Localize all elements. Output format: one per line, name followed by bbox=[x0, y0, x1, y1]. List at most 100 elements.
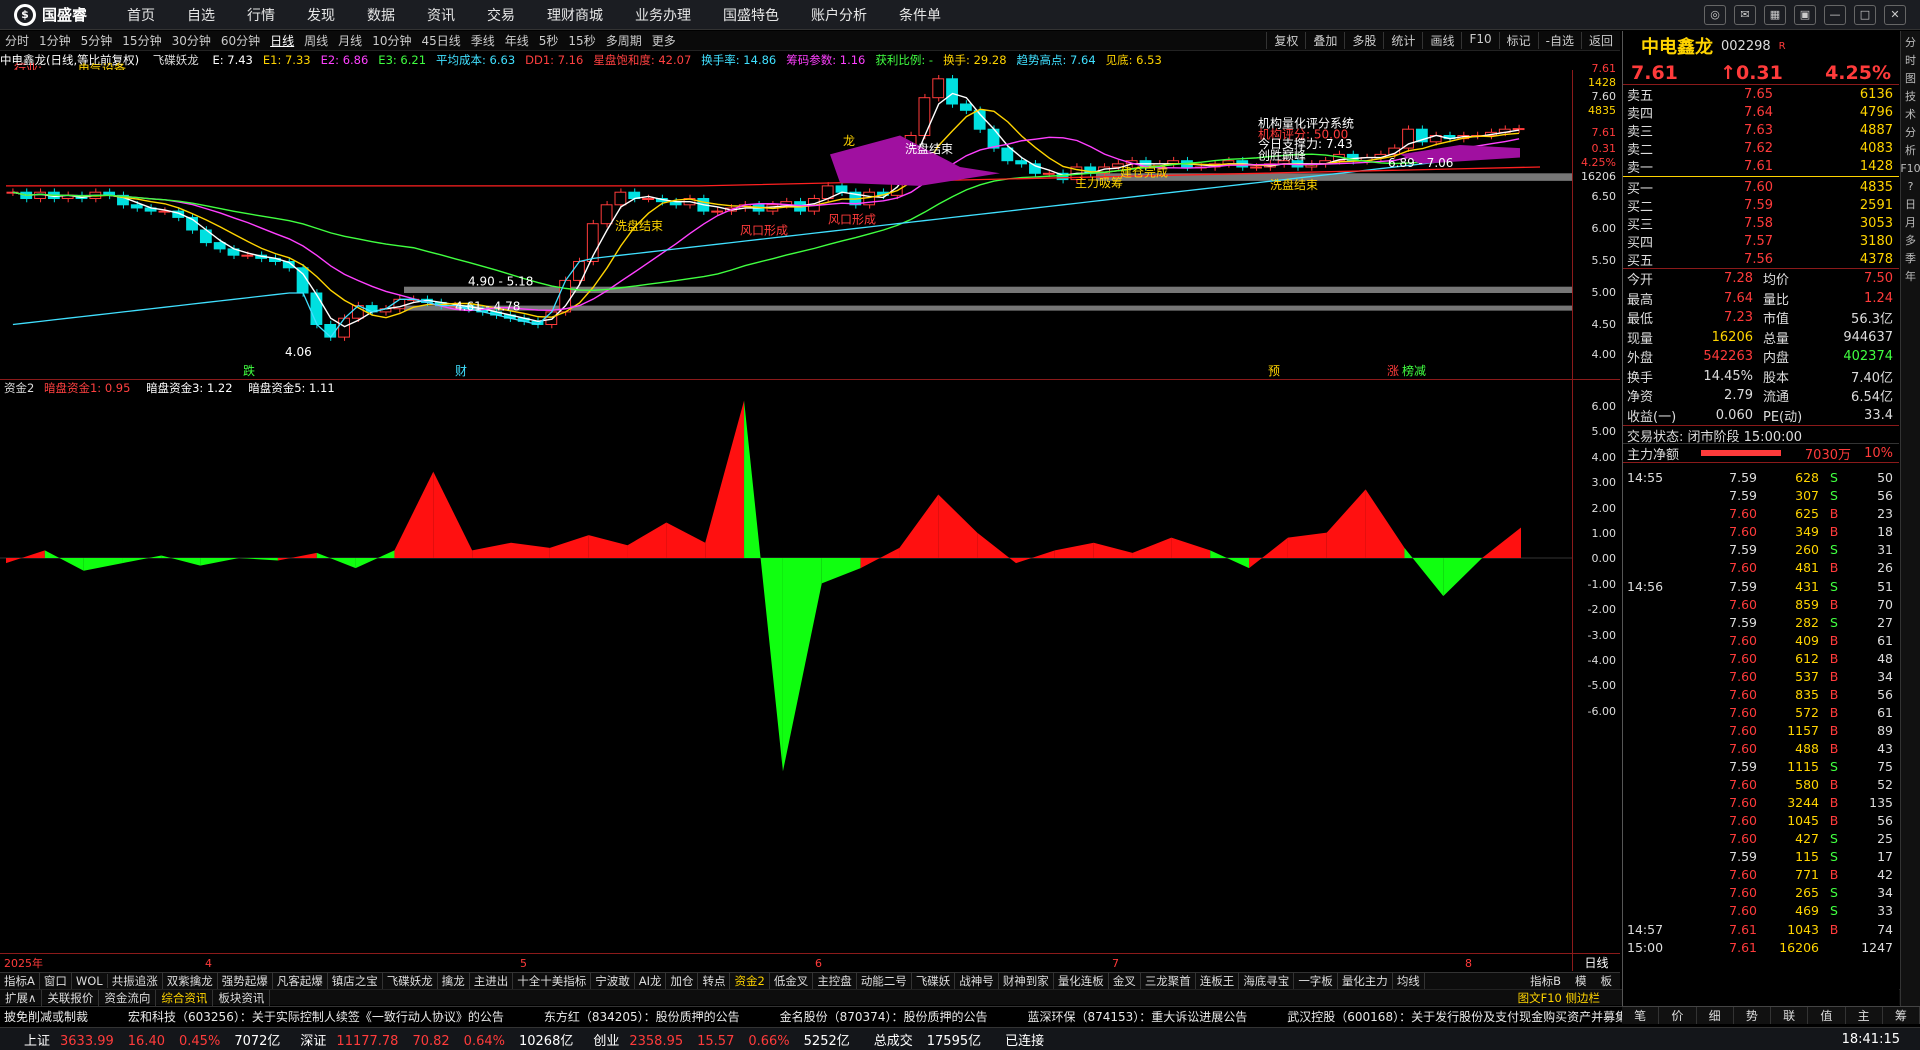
period-tab[interactable]: 周线 bbox=[299, 32, 333, 49]
period-tab[interactable]: 分时 bbox=[0, 32, 34, 49]
message-icon[interactable]: ✉ bbox=[1734, 4, 1756, 25]
quote-tab[interactable]: 值 bbox=[1808, 1007, 1846, 1024]
indicator-tab[interactable]: 凡客起爆 bbox=[273, 973, 328, 989]
sidebar-item[interactable]: 技 bbox=[1905, 89, 1916, 104]
sidebar-item[interactable]: 分 bbox=[1905, 35, 1916, 50]
tool-button[interactable]: 统计 bbox=[1383, 32, 1422, 49]
kline-chart[interactable]: 8.574.064.61 - 4.784.90 - 5.186.89 - 7.0… bbox=[0, 55, 1572, 379]
tool-button[interactable]: 返回 bbox=[1580, 32, 1620, 49]
menu-item[interactable]: 发现 bbox=[291, 5, 351, 25]
indicator-tab[interactable]: 主控盘 bbox=[813, 973, 857, 989]
skin-icon[interactable]: ▣ bbox=[1794, 4, 1816, 25]
index-quote[interactable]: 深证 11177.78 70.82 0.64% 10268亿 bbox=[300, 1030, 573, 1049]
info-tab[interactable]: 扩展∧ bbox=[0, 989, 43, 1006]
sidebar-item[interactable]: 分 bbox=[1905, 125, 1916, 140]
chat-icon[interactable]: ◎ bbox=[1704, 4, 1726, 25]
fund-flow-chart[interactable] bbox=[0, 398, 1572, 953]
news-item[interactable]: 披免削减或制裁 bbox=[4, 1008, 88, 1025]
sidebar-item[interactable]: 图 bbox=[1905, 71, 1916, 86]
order-row[interactable]: 卖五 7.65 6136 bbox=[1623, 85, 1899, 104]
menu-item[interactable]: 资讯 bbox=[411, 5, 471, 25]
tool-button[interactable]: -自选 bbox=[1537, 32, 1581, 49]
period-label[interactable]: 日线 bbox=[1572, 953, 1620, 971]
tab-extra[interactable]: 模 bbox=[1571, 974, 1591, 988]
fund-flow-panel[interactable] bbox=[0, 398, 1572, 953]
tool-button[interactable]: 标记 bbox=[1498, 32, 1538, 49]
indicator-tab[interactable]: AI龙 bbox=[635, 973, 667, 989]
info-tab[interactable]: 资金流向 bbox=[99, 989, 157, 1006]
sidebar-item[interactable]: 季 bbox=[1905, 251, 1916, 266]
sidebar-item[interactable]: 析 bbox=[1905, 143, 1916, 158]
menu-item[interactable]: 自选 bbox=[171, 5, 231, 25]
period-tab[interactable]: 5分钟 bbox=[76, 32, 118, 49]
order-row[interactable]: 卖二 7.62 4083 bbox=[1623, 139, 1899, 158]
indicator-tab[interactable]: 三龙聚首 bbox=[1141, 973, 1196, 989]
quote-tab[interactable]: 筹 bbox=[1883, 1007, 1920, 1024]
indicator-tab[interactable]: 双紫擒龙 bbox=[163, 973, 218, 989]
indicator-tab[interactable]: 动能二号 bbox=[857, 973, 912, 989]
indicator-tab[interactable]: 飞碟妖 bbox=[912, 973, 956, 989]
tick-list[interactable]: 14:55 7.59 628 S 50 7.59 307 S 56 7.60 625 B 23 7.60 3… bbox=[1623, 462, 1899, 956]
connection-status[interactable]: 已连接 bbox=[1005, 1030, 1044, 1049]
quote-tab[interactable]: 细 bbox=[1697, 1007, 1734, 1024]
period-tab[interactable]: 60分钟 bbox=[216, 32, 265, 49]
indicator-tab[interactable]: 强势起爆 bbox=[218, 973, 273, 989]
stock-name[interactable]: 中电鑫龙 bbox=[1641, 33, 1713, 59]
info-tab[interactable]: 综合资讯 bbox=[156, 989, 214, 1006]
order-row[interactable]: 卖一 7.61 1428 bbox=[1623, 157, 1899, 176]
order-row[interactable]: 买四 7.57 3180 bbox=[1623, 232, 1899, 251]
tab-extra[interactable]: 板 bbox=[1597, 974, 1617, 988]
period-tab[interactable]: 日线 bbox=[265, 32, 299, 49]
indicator-tab[interactable]: 指标A bbox=[0, 973, 40, 989]
period-tab[interactable]: 30分钟 bbox=[167, 32, 216, 49]
close-icon[interactable]: ✕ bbox=[1884, 4, 1906, 25]
menu-item[interactable]: 理财商城 bbox=[531, 5, 619, 25]
menu-item[interactable]: 数据 bbox=[351, 5, 411, 25]
maximize-icon[interactable]: □ bbox=[1854, 4, 1876, 25]
tool-button[interactable]: 复权 bbox=[1266, 32, 1305, 49]
sidebar-item[interactable]: 术 bbox=[1905, 107, 1916, 122]
order-row[interactable]: 买二 7.59 2591 bbox=[1623, 196, 1899, 215]
indicator-tab[interactable]: 连板王 bbox=[1196, 973, 1240, 989]
order-row[interactable]: 买五 7.56 4378 bbox=[1623, 250, 1899, 269]
quote-tab[interactable]: 联 bbox=[1771, 1007, 1809, 1024]
indicator-tab[interactable]: 宁波敢 bbox=[591, 973, 635, 989]
indicator-tab[interactable]: 资金2 bbox=[730, 973, 770, 989]
quote-tab[interactable]: 笔 bbox=[1622, 1007, 1660, 1024]
menu-item[interactable]: 国盛特色 bbox=[707, 5, 795, 25]
menu-item[interactable]: 交易 bbox=[471, 5, 531, 25]
minimize-icon[interactable]: — bbox=[1824, 4, 1846, 25]
period-tab[interactable]: 更多 bbox=[647, 32, 681, 49]
indicator-tab[interactable]: WOL bbox=[72, 974, 108, 988]
period-tab[interactable]: 1分钟 bbox=[34, 32, 76, 49]
quote-tab[interactable]: 势 bbox=[1734, 1007, 1771, 1024]
sidebar-item[interactable]: 年 bbox=[1905, 269, 1916, 284]
indicator-tab[interactable]: 量化连板 bbox=[1054, 973, 1109, 989]
indicator-tab[interactable]: 飞碟妖龙 bbox=[383, 973, 438, 989]
layout-icon[interactable]: ▦ bbox=[1764, 4, 1786, 25]
indicator-tab[interactable]: 低金叉 bbox=[770, 973, 814, 989]
indicator-tab[interactable]: 镇店之宝 bbox=[328, 973, 383, 989]
tool-button[interactable]: F10 bbox=[1461, 32, 1498, 49]
indicator-tab[interactable]: 量化主力 bbox=[1338, 973, 1393, 989]
period-tab[interactable]: 5秒 bbox=[534, 32, 564, 49]
period-tab[interactable]: 45日线 bbox=[416, 32, 465, 49]
period-tab[interactable]: 多周期 bbox=[601, 32, 647, 49]
indicator-tab[interactable]: 擒龙 bbox=[438, 973, 470, 989]
news-item[interactable]: 武汉控股（600168）：关于发行股份及支付现金购买资产并募集配套资 bbox=[1287, 1008, 1663, 1025]
tool-button[interactable]: 多股 bbox=[1344, 32, 1383, 49]
sidebar-item[interactable]: 时 bbox=[1905, 53, 1916, 68]
sidebar-item[interactable]: 日 bbox=[1905, 197, 1916, 212]
indicator-tab[interactable]: 窗口 bbox=[40, 973, 72, 989]
period-tab[interactable]: 10分钟 bbox=[367, 32, 416, 49]
info-tab[interactable]: 板块资讯 bbox=[213, 989, 271, 1006]
tab-extra[interactable]: 指标B bbox=[1526, 974, 1565, 988]
quote-tab[interactable]: 主 bbox=[1846, 1007, 1883, 1024]
indicator-tab[interactable]: 金叉 bbox=[1109, 973, 1141, 989]
sidebar-item[interactable]: 月 bbox=[1905, 215, 1916, 230]
indicator-tab[interactable]: 一字板 bbox=[1294, 973, 1338, 989]
menu-item[interactable]: 首页 bbox=[111, 5, 171, 25]
indicator-tab[interactable]: 共振追涨 bbox=[108, 973, 163, 989]
tool-button[interactable]: 叠加 bbox=[1305, 32, 1344, 49]
indicator-tab[interactable]: 主进出 bbox=[470, 973, 514, 989]
